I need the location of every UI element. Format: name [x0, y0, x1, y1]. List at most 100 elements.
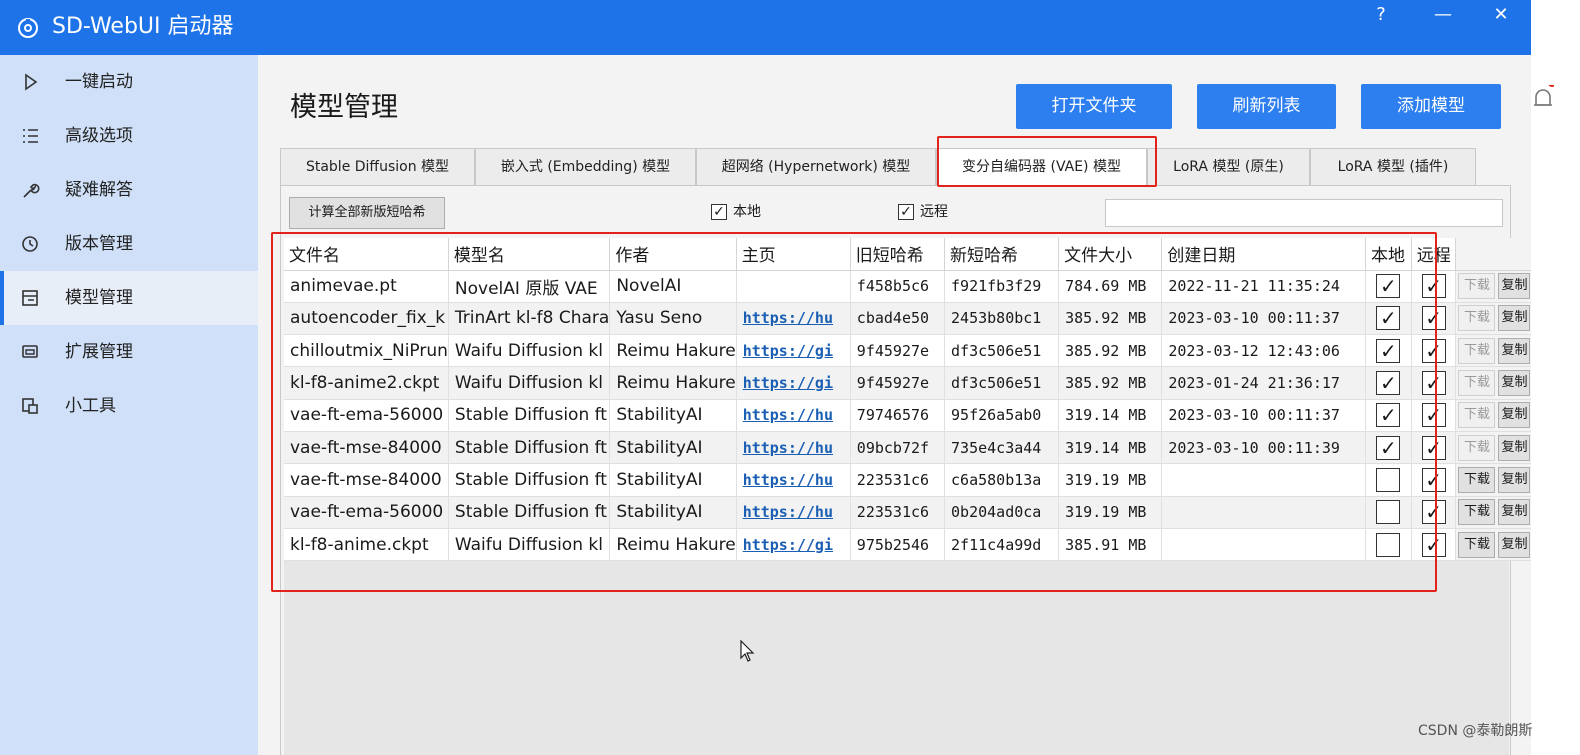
minimize-button[interactable]: — — [1428, 4, 1458, 26]
cell-home[interactable] — [736, 270, 851, 303]
remote-checkbox[interactable]: ✓ — [1421, 371, 1446, 396]
copy-button[interactable]: 复制 — [1498, 273, 1531, 300]
column-header-file[interactable]: 文件名 — [284, 238, 449, 271]
copy-button[interactable]: 复制 — [1498, 531, 1531, 558]
copy-button[interactable]: 复制 — [1498, 466, 1531, 493]
download-button[interactable]: 下载 — [1458, 466, 1496, 493]
copy-button[interactable]: 复制 — [1498, 305, 1531, 332]
mouse-cursor-icon — [740, 640, 755, 662]
column-header-new-hash[interactable]: 新短哈希 — [944, 238, 1060, 271]
tab-lora-plugin[interactable]: LoRA 模型 (插件) — [1310, 148, 1476, 185]
cell-actions: 下载 复制 — [1455, 270, 1531, 303]
copy-button[interactable]: 复制 — [1498, 370, 1531, 397]
remote-checkbox[interactable]: ✓ — [1421, 532, 1446, 557]
download-button[interactable]: 下载 — [1458, 305, 1496, 332]
table-row[interactable]: chilloutmix_NiPrun Waifu Diffusion kl Reim… — [284, 334, 1531, 368]
open-folder-button[interactable]: 打开文件夹 — [1016, 84, 1172, 129]
local-checkbox[interactable]: ✓ — [1376, 371, 1401, 396]
sidebar-item-launch[interactable]: 一键启动 — [0, 55, 258, 109]
column-header-size[interactable]: 文件大小 — [1058, 238, 1163, 271]
local-checkbox[interactable]: ✓ — [1376, 306, 1401, 331]
add-model-button[interactable]: 添加模型 — [1361, 84, 1501, 129]
tab-stable-diffusion[interactable]: Stable Diffusion 模型 — [280, 148, 475, 185]
remote-checkbox[interactable]: ✓ — [1421, 467, 1446, 492]
local-checkbox[interactable]: ✓ — [1376, 435, 1401, 460]
table-row[interactable]: vae-ft-ema-56000 Stable Diffusion ft Stabi… — [284, 399, 1531, 432]
copy-button[interactable]: 复制 — [1498, 402, 1531, 429]
tab-embedding[interactable]: 嵌入式 (Embedding) 模型 — [475, 148, 696, 185]
column-header-remote[interactable]: 远程 — [1411, 238, 1457, 271]
cell-home[interactable]: https://hu — [736, 431, 851, 465]
search-input[interactable] — [1105, 199, 1503, 227]
cell-home[interactable]: https://hu — [736, 463, 851, 497]
sidebar-item-versions[interactable]: 版本管理 — [0, 217, 258, 271]
cell-home[interactable]: https://gi — [736, 334, 851, 368]
table-row[interactable]: autoencoder_fix_k TrinArt kl-f8 Chara Yasu… — [284, 302, 1531, 336]
sidebar-item-advanced[interactable]: 高级选项 — [0, 109, 258, 163]
remote-checkbox[interactable]: ✓ — [1421, 338, 1446, 363]
download-button[interactable]: 下载 — [1458, 434, 1496, 461]
close-button[interactable]: ✕ — [1486, 4, 1516, 26]
copy-button[interactable]: 复制 — [1498, 337, 1531, 364]
column-header-date[interactable]: 创建日期 — [1161, 238, 1367, 271]
download-button[interactable]: 下载 — [1458, 499, 1496, 526]
remote-checkbox[interactable]: ✓ — [1421, 274, 1446, 299]
table-row[interactable]: vae-ft-mse-84000 Stable Diffusion ft Stabi… — [284, 431, 1531, 465]
cell-file: vae-ft-mse-84000 — [284, 463, 449, 497]
cell-file: vae-ft-mse-84000 — [284, 431, 449, 465]
local-checkbox[interactable]: ✓ — [1376, 274, 1401, 299]
remote-checkbox[interactable]: ✓ — [1421, 435, 1446, 460]
sidebar-item-models[interactable]: 模型管理 — [0, 271, 258, 325]
tab-vae[interactable]: 变分自编码器 (VAE) 模型 — [936, 148, 1147, 186]
download-button[interactable]: 下载 — [1458, 370, 1496, 397]
cell-file: chilloutmix_NiPrun — [284, 334, 449, 368]
download-button[interactable]: 下载 — [1458, 337, 1496, 364]
copy-button[interactable]: 复制 — [1498, 434, 1531, 461]
column-header-author[interactable]: 作者 — [609, 238, 737, 271]
copy-button[interactable]: 复制 — [1498, 499, 1531, 526]
sidebar-item-extensions[interactable]: 扩展管理 — [0, 325, 258, 379]
column-header-home[interactable]: 主页 — [736, 238, 851, 271]
local-checkbox[interactable]: ✓ — [1376, 403, 1401, 428]
cell-new-hash: c6a580b13a — [944, 463, 1060, 497]
local-filter-checkbox[interactable]: ✓ — [711, 204, 727, 220]
table-row[interactable]: vae-ft-mse-84000 Stable Diffusion ft Stabi… — [284, 463, 1531, 497]
cell-old-hash: 09bcb72f — [850, 431, 946, 465]
tab-hypernetwork[interactable]: 超网络 (Hypernetwork) 模型 — [696, 148, 936, 185]
local-checkbox[interactable] — [1376, 467, 1401, 492]
local-checkbox[interactable]: ✓ — [1376, 338, 1401, 363]
cell-home[interactable]: https://hu — [736, 496, 851, 529]
remote-checkbox[interactable]: ✓ — [1421, 403, 1446, 428]
calculate-hashes-button[interactable]: 计算全部新版短哈希 — [289, 197, 445, 229]
refresh-list-button[interactable]: 刷新列表 — [1197, 84, 1336, 129]
cell-home[interactable]: https://gi — [736, 366, 851, 400]
tab-lora-native[interactable]: LoRA 模型 (原生) — [1147, 148, 1310, 185]
sidebar-item-troubleshoot[interactable]: 疑难解答 — [0, 163, 258, 217]
history-icon — [22, 236, 38, 252]
remote-checkbox[interactable]: ✓ — [1421, 500, 1446, 525]
sidebar-item-tools[interactable]: 小工具 — [0, 379, 258, 433]
table-row[interactable]: kl-f8-anime.ckpt Waifu Diffusion kl Reimu … — [284, 528, 1531, 562]
sidebar-item-label: 小工具 — [65, 396, 116, 416]
local-checkbox[interactable] — [1376, 500, 1401, 525]
cell-local — [1365, 496, 1412, 529]
download-button[interactable]: 下载 — [1458, 402, 1496, 429]
cell-remote: ✓ — [1411, 270, 1457, 303]
help-button[interactable]: ? — [1366, 4, 1396, 26]
cell-home[interactable]: https://hu — [736, 399, 851, 432]
cell-size: 319.19 MB — [1058, 463, 1163, 497]
cell-home[interactable]: https://gi — [736, 528, 851, 562]
local-checkbox[interactable] — [1376, 532, 1401, 557]
download-button[interactable]: 下载 — [1458, 273, 1496, 300]
remote-checkbox[interactable]: ✓ — [1421, 306, 1446, 331]
table-row[interactable]: kl-f8-anime2.ckpt Waifu Diffusion kl Reimu… — [284, 366, 1531, 400]
column-header-model[interactable]: 模型名 — [448, 238, 611, 271]
column-header-local[interactable]: 本地 — [1365, 238, 1412, 271]
download-button[interactable]: 下载 — [1458, 531, 1496, 558]
column-header-old-hash[interactable]: 旧短哈希 — [850, 238, 946, 271]
table-row[interactable]: animevae.pt NovelAI 原版 VAE NovelAI f458b5c6… — [284, 270, 1531, 303]
remote-filter-checkbox[interactable]: ✓ — [898, 204, 914, 220]
table-row[interactable]: vae-ft-ema-56000 Stable Diffusion ft Stabi… — [284, 496, 1531, 529]
cell-home[interactable]: https://hu — [736, 302, 851, 336]
cell-new-hash: df3c506e51 — [944, 334, 1060, 368]
